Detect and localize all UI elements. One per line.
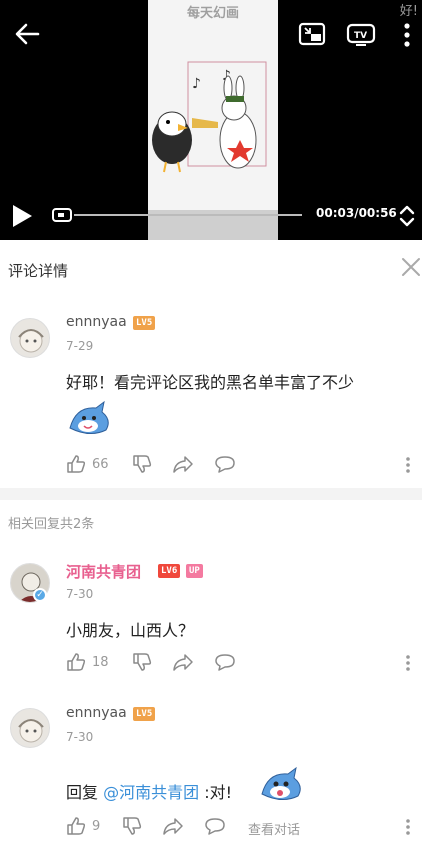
share-icon[interactable] bbox=[162, 816, 184, 836]
panel-title: 评论详情 bbox=[8, 262, 69, 280]
dislike-icon[interactable] bbox=[122, 816, 142, 836]
verified-icon: ✓ bbox=[33, 588, 47, 602]
like-icon[interactable] bbox=[66, 652, 86, 672]
related-replies-count: 相关回复共2条 bbox=[8, 517, 95, 532]
playback-time: 00:03/00:56 bbox=[316, 206, 397, 220]
back-arrow-icon[interactable] bbox=[14, 22, 40, 46]
svg-text:TV: TV bbox=[354, 31, 367, 41]
reply-comment-icon[interactable] bbox=[204, 816, 226, 836]
dislike-icon[interactable] bbox=[132, 454, 152, 474]
comment-date: 7-30 bbox=[66, 730, 94, 744]
comment-username[interactable]: ennnyaa bbox=[66, 705, 127, 721]
comment-text-suffix: :对! bbox=[199, 783, 233, 802]
avatar[interactable] bbox=[10, 708, 50, 748]
reply-comment-icon[interactable] bbox=[214, 652, 236, 672]
video-canvas: 每天幻画 ♪ ♪ bbox=[148, 0, 278, 210]
reply-prefix: 回复 bbox=[66, 783, 104, 802]
shark-sticker-emoji bbox=[261, 766, 301, 800]
like-count: 66 bbox=[92, 457, 109, 472]
shark-sticker-emoji bbox=[69, 400, 109, 434]
avatar-image bbox=[18, 719, 44, 743]
reply-comment-icon[interactable] bbox=[214, 454, 236, 474]
level-badge: LV6 bbox=[158, 564, 181, 578]
comment-username[interactable]: ennnyaa bbox=[66, 314, 127, 330]
share-icon[interactable] bbox=[172, 652, 194, 672]
comment-text: 小朋友，山西人？ bbox=[66, 621, 195, 640]
share-icon[interactable] bbox=[172, 454, 194, 474]
close-icon[interactable] bbox=[400, 256, 422, 278]
cast-tv-icon[interactable]: TV bbox=[346, 22, 376, 46]
progress-bar[interactable] bbox=[74, 214, 302, 216]
more-vertical-icon[interactable] bbox=[402, 22, 412, 48]
progress-handle[interactable] bbox=[52, 208, 72, 222]
comment-more-icon[interactable] bbox=[405, 654, 411, 672]
fullscreen-toggle-icon[interactable] bbox=[398, 204, 416, 228]
mention-link[interactable]: @河南共青团 bbox=[103, 783, 199, 802]
play-icon[interactable] bbox=[8, 203, 34, 229]
comment-text: 回复 @河南共青团 :对! bbox=[66, 779, 232, 803]
avatar[interactable] bbox=[10, 318, 50, 358]
video-frame: 每天幻画 ♪ ♪ bbox=[148, 0, 278, 240]
comment-more-icon[interactable] bbox=[405, 818, 411, 836]
level-badge: LV5 bbox=[133, 707, 156, 721]
like-count: 18 bbox=[92, 655, 109, 670]
video-caption: 每天幻画 bbox=[186, 6, 239, 21]
picture-in-picture-icon[interactable] bbox=[298, 22, 326, 46]
comment-date: 7-30 bbox=[66, 587, 94, 601]
corner-overlay-text: 好! bbox=[399, 4, 418, 19]
comment-more-icon[interactable] bbox=[405, 456, 411, 474]
level-badge: LV5 bbox=[133, 316, 156, 330]
uploader-badge: UP bbox=[186, 564, 203, 578]
avatar-image bbox=[18, 329, 44, 353]
like-icon[interactable] bbox=[66, 816, 86, 836]
comment-text: 好耶！看完评论区我的黑名单丰富了不少 bbox=[66, 373, 355, 392]
view-conversation-link[interactable]: 查看对话 bbox=[248, 819, 300, 838]
dislike-icon[interactable] bbox=[132, 652, 152, 672]
comment-detail-header: 评论详情 bbox=[0, 240, 422, 296]
video-player[interactable]: 每天幻画 ♪ ♪ 好! TV 00:03/00:56 bbox=[0, 0, 422, 240]
comment-username[interactable]: 河南共青团 bbox=[66, 561, 141, 582]
like-count: 9 bbox=[92, 819, 101, 834]
svg-text:♪: ♪ bbox=[192, 76, 201, 92]
cartoon-illustration: ♪ ♪ bbox=[152, 61, 267, 173]
section-divider bbox=[0, 488, 422, 500]
like-icon[interactable] bbox=[66, 454, 86, 474]
comment-date: 7-29 bbox=[66, 339, 94, 353]
